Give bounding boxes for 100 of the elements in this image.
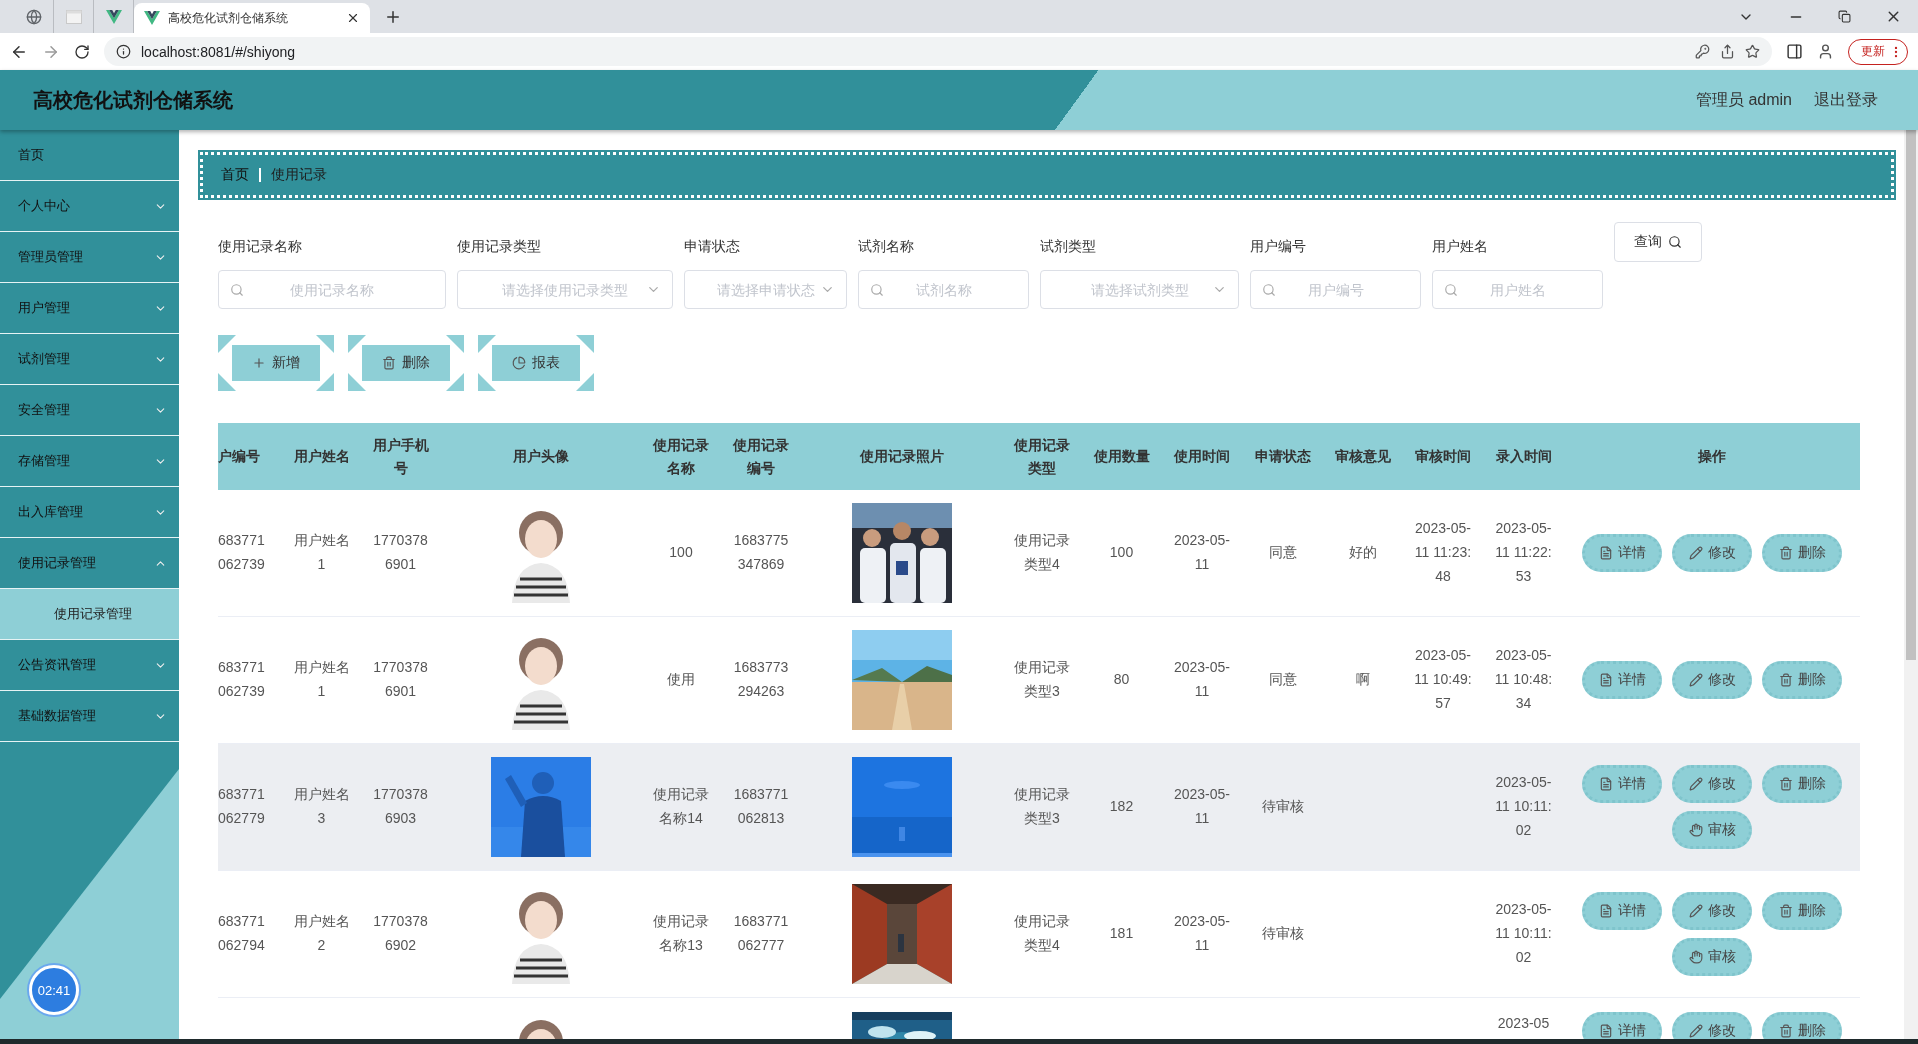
entry-time-cell-text: 2023-05-11 10:11:02 [1494,773,1553,840]
breadcrumb-link[interactable]: 首页 [221,166,249,184]
new-tab-icon[interactable] [384,8,402,26]
status-cell-text: 待审核 [1261,924,1304,944]
sidebar-item[interactable]: 试剂管理 [0,334,179,385]
browser-tab[interactable]: 高校危化试剂仓储系统 [134,3,370,33]
record-type-cell-text: 使用记录类型4 [1013,531,1071,574]
row-action-button[interactable]: 详情 [1582,765,1662,803]
profile-icon[interactable] [1817,43,1834,60]
key-icon[interactable] [1695,44,1710,59]
record-name-cell-text: 使用记录名称13 [652,912,710,955]
search-field[interactable]: 试剂名称 [858,270,1029,309]
row-action-button[interactable]: 审核 [1672,938,1752,976]
user-number-cell-text: 683771062779 [218,785,265,828]
breadcrumb-link[interactable]: 使用记录 [271,166,327,184]
logout-link[interactable]: 退出登录 [1814,89,1878,111]
row-action-button[interactable]: 详情 [1582,892,1662,930]
edit-icon [1688,673,1703,687]
edit-icon [1688,546,1703,560]
trash-icon [1778,904,1793,918]
sidebar-item[interactable]: 用户管理 [0,283,179,334]
star-icon[interactable] [1745,44,1760,59]
sidebar-item[interactable]: 基础数据管理 [0,691,179,742]
pie-chart-icon [512,356,526,370]
phone-cell-text: 17703786901 [372,658,429,701]
column-header: 使用时间 [1173,447,1231,467]
sidebar-item[interactable]: 管理员管理 [0,232,179,283]
document-icon [1598,546,1613,560]
select-field[interactable]: 请选择使用记录类型 [457,270,673,309]
row-action-button[interactable]: 修改 [1672,765,1752,803]
row-action-button[interactable]: 详情 [1582,534,1662,572]
select-field[interactable]: 请选择申请状态 [684,270,847,309]
sidebar-item[interactable]: 首页 [0,130,179,181]
use-time-cell-text: 2023-05-11 [1173,912,1231,955]
sidebar-item[interactable]: 出入库管理 [0,487,179,538]
search-field[interactable]: 用户编号 [1250,270,1421,309]
filter-label: 试剂名称 [858,238,915,256]
record-number-cell-text: 1683771062777 [732,912,790,955]
sidebar-item[interactable]: 公告资讯管理 [0,640,179,691]
reload-icon[interactable] [74,43,90,60]
column-header: 使用记录名称 [652,436,710,478]
row-action-button[interactable]: 修改 [1672,534,1752,572]
column-header: 审核时间 [1414,447,1472,467]
phone-cell-text: 17703786901 [372,531,429,574]
use-time-cell-text: 2023-05-11 [1173,531,1231,574]
entry-time-cell-text: 2023-05-11 10:11:02 [1494,900,1553,967]
hand-icon [1688,950,1703,964]
column-header: 操作 [1697,447,1727,467]
search-field[interactable]: 用户姓名 [1432,270,1603,309]
row-action-button[interactable]: 删除 [1762,1012,1842,1039]
filter-label: 使用记录名称 [218,238,303,256]
v-logo-icon[interactable] [144,11,160,25]
trash-icon [1778,1024,1793,1038]
search-field[interactable]: 使用记录名称 [218,270,446,309]
share-icon[interactable] [1720,44,1735,59]
query-button[interactable]: 查询 [1614,222,1702,262]
globe-icon[interactable] [25,8,42,25]
row-action-button[interactable]: 删除 [1762,534,1842,572]
row-action-button[interactable]: 删除 [1762,892,1842,930]
record-name-cell-text: 100 [669,543,693,563]
row-action-button[interactable]: 修改 [1672,1012,1752,1039]
scrollbar[interactable] [1904,130,1918,1039]
use-time-cell-text: 2023-05-11 [1173,658,1231,701]
record-name-cell-text: 使用记录名称14 [652,785,710,828]
sidebar-item[interactable]: 存储管理 [0,436,179,487]
column-header: 申请状态 [1253,447,1312,467]
user-name-cell-text: 用户姓名1 [292,531,351,574]
row-action-button[interactable]: 审核 [1672,811,1752,849]
close-icon[interactable] [346,11,360,25]
action-button[interactable]: 新增 [218,335,334,391]
use-time-cell-text: 2023-05-11 [1173,785,1231,828]
action-button[interactable]: 删除 [348,335,464,391]
status-cell-text: 同意 [1268,670,1297,690]
row-action-button[interactable]: 删除 [1762,765,1842,803]
document-icon [1598,904,1613,918]
row-action-button[interactable]: 详情 [1582,1012,1662,1039]
sidebar-item[interactable]: 安全管理 [0,385,179,436]
record-number-cell-text: 1683773294263 [732,658,790,701]
trash-icon [1778,673,1793,687]
select-field[interactable]: 请选择试剂类型 [1040,270,1239,309]
trash-icon [1778,546,1793,560]
phone-cell-text: 17703786902 [372,912,429,955]
status-cell-text: 同意 [1268,543,1297,563]
column-header: 使用记录编号 [732,436,790,478]
address-bar[interactable]: localhost:8081/#/shiyong [104,37,1772,66]
plus-icon [252,356,266,370]
v-logo-icon[interactable] [105,9,122,24]
sidebar-item[interactable]: 个人中心 [0,181,179,232]
restore-icon[interactable] [1838,10,1851,23]
trash-icon [382,356,396,370]
sidebar-subitem[interactable]: 使用记录管理 [0,589,179,640]
row-action-button[interactable]: 修改 [1672,661,1752,699]
column-header: 户编号 [218,447,261,467]
row-action-button[interactable]: 修改 [1672,892,1752,930]
quantity-cell-text: 181 [1109,924,1134,944]
row-action-button[interactable]: 删除 [1762,661,1842,699]
side-panel-icon[interactable] [1786,43,1803,60]
update-button[interactable]: 更新 [1848,38,1908,65]
action-button[interactable]: 报表 [478,335,594,391]
row-action-button[interactable]: 详情 [1582,661,1662,699]
